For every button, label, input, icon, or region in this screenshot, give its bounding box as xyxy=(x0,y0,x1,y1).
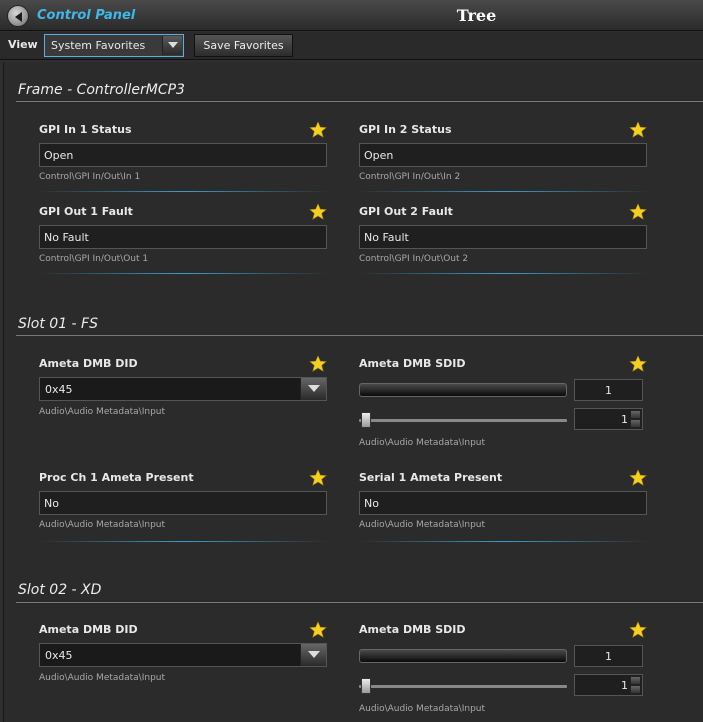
view-label: View xyxy=(8,38,38,51)
item-label: Serial 1 Ameta Present xyxy=(359,471,503,484)
save-favorites-button[interactable]: Save Favorites xyxy=(194,34,293,57)
slider-track[interactable] xyxy=(359,685,567,688)
item-separator xyxy=(39,273,329,274)
item-label: Ameta DMB SDID xyxy=(359,357,466,370)
star-icon[interactable] xyxy=(309,355,327,373)
item-label: Ameta DMB SDID xyxy=(359,623,466,636)
slider-thumb[interactable] xyxy=(361,412,371,428)
star-icon[interactable] xyxy=(629,203,647,221)
level-bar xyxy=(359,383,567,397)
item-path: Control\GPI In/Out\In 1 xyxy=(39,172,141,182)
item-path: Audio\Audio Metadata\Input xyxy=(39,673,166,683)
item-path: Audio\Audio Metadata\Input xyxy=(39,520,166,530)
item-separator xyxy=(39,541,329,542)
view-select[interactable]: System Favorites xyxy=(44,34,184,57)
chevron-down-icon xyxy=(308,651,320,658)
slider-track[interactable] xyxy=(359,419,567,422)
title-bar: Control Panel Tree xyxy=(0,0,703,31)
section-title: Slot 01 - FS xyxy=(18,316,98,332)
item-label: Ameta DMB DID xyxy=(39,623,138,636)
did-select[interactable]: 0x45 xyxy=(39,643,327,667)
slider-thumb[interactable] xyxy=(361,678,371,694)
did-select[interactable]: 0x45 xyxy=(39,377,327,401)
item-path: Audio\Audio Metadata\Input xyxy=(359,438,486,448)
section-divider xyxy=(16,335,703,336)
item-separator xyxy=(359,191,649,192)
spin-up-icon[interactable] xyxy=(630,676,641,685)
value-display: 1 xyxy=(574,379,643,401)
item-label: GPI Out 1 Fault xyxy=(39,205,133,218)
star-icon[interactable] xyxy=(309,469,327,487)
item-separator xyxy=(359,541,649,542)
chevron-down-icon xyxy=(308,385,320,392)
toolbar: View System Favorites Save Favorites xyxy=(0,32,703,60)
tree-content: Frame - ControllerMCP3 GPI In 1 Status O… xyxy=(3,62,703,722)
section-divider xyxy=(16,602,703,603)
spinbox-value: 1 xyxy=(621,679,628,692)
item-label: GPI In 2 Status xyxy=(359,123,452,136)
status-field: No xyxy=(359,491,647,515)
sdid-spinbox[interactable]: 1 xyxy=(574,674,643,696)
status-field: Open xyxy=(39,143,327,167)
spin-down-icon[interactable] xyxy=(630,685,641,694)
item-label: GPI In 1 Status xyxy=(39,123,132,136)
item-separator xyxy=(359,273,649,274)
status-field: No Fault xyxy=(39,225,327,249)
spin-up-icon[interactable] xyxy=(630,410,641,419)
value-display: 1 xyxy=(574,645,643,667)
item-label: Ameta DMB DID xyxy=(39,357,138,370)
section-title: Frame - ControllerMCP3 xyxy=(18,82,185,98)
item-label: Proc Ch 1 Ameta Present xyxy=(39,471,194,484)
status-field: Open xyxy=(359,143,647,167)
item-path: Control\GPI In/Out\Out 2 xyxy=(359,254,469,264)
item-path: Audio\Audio Metadata\Input xyxy=(359,704,486,714)
did-select-arrow[interactable] xyxy=(300,644,326,666)
star-icon[interactable] xyxy=(629,355,647,373)
item-label: GPI Out 2 Fault xyxy=(359,205,453,218)
level-bar xyxy=(359,649,567,663)
star-icon[interactable] xyxy=(309,621,327,639)
view-select-value: System Favorites xyxy=(51,39,146,52)
status-field: No Fault xyxy=(359,225,647,249)
spinbox-value: 1 xyxy=(621,413,628,426)
spin-buttons xyxy=(630,676,641,694)
page-title: Tree xyxy=(456,6,497,25)
section-title: Slot 02 - XD xyxy=(18,582,102,598)
did-select-value: 0x45 xyxy=(45,649,73,662)
item-path: Control\GPI In/Out\Out 1 xyxy=(39,254,149,264)
did-select-arrow[interactable] xyxy=(300,378,326,400)
star-icon[interactable] xyxy=(309,121,327,139)
sdid-spinbox[interactable]: 1 xyxy=(574,408,643,430)
star-icon[interactable] xyxy=(629,469,647,487)
status-field: No xyxy=(39,491,327,515)
view-select-arrow[interactable] xyxy=(162,36,182,55)
item-path: Audio\Audio Metadata\Input xyxy=(39,407,166,417)
did-select-value: 0x45 xyxy=(45,383,73,396)
chevron-down-icon xyxy=(168,42,178,48)
item-separator xyxy=(39,191,329,192)
spin-down-icon[interactable] xyxy=(630,419,641,428)
star-icon[interactable] xyxy=(629,621,647,639)
item-path: Audio\Audio Metadata\Input xyxy=(359,520,486,530)
item-path: Control\GPI In/Out\In 2 xyxy=(359,172,461,182)
section-divider xyxy=(16,101,703,102)
star-icon[interactable] xyxy=(309,203,327,221)
star-icon[interactable] xyxy=(629,121,647,139)
spin-buttons xyxy=(630,410,641,428)
